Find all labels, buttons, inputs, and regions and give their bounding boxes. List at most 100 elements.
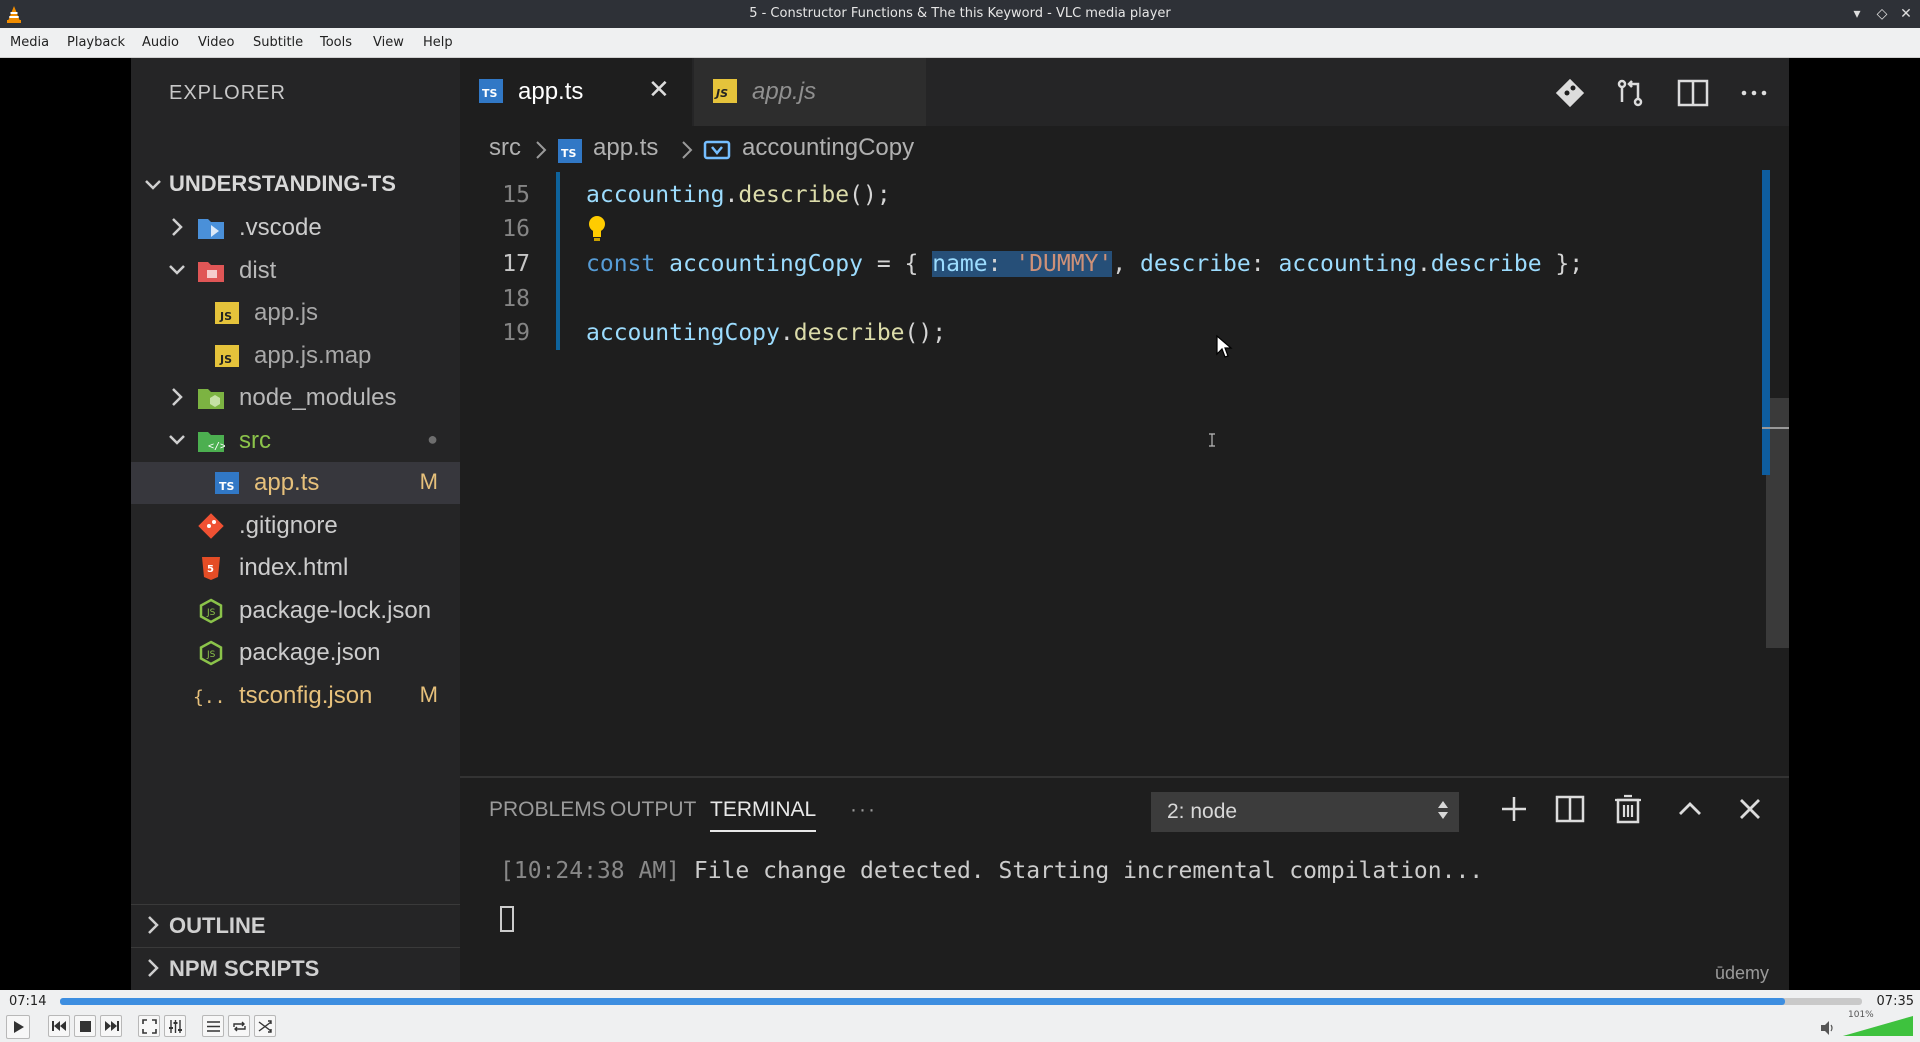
- line-number: 15: [502, 182, 530, 208]
- breadcrumb-symbol[interactable]: accountingCopy: [742, 134, 914, 162]
- menu-playback[interactable]: Playback: [67, 35, 125, 50]
- play-button[interactable]: [6, 1015, 30, 1039]
- terminal-select[interactable]: 2: node: [1151, 792, 1459, 832]
- volume-slider[interactable]: [1843, 1014, 1915, 1038]
- breadcrumb-src[interactable]: src: [489, 134, 521, 162]
- lightbulb-icon[interactable]: [586, 214, 608, 244]
- extended-settings-button[interactable]: [164, 1015, 186, 1037]
- code-token: accounting: [586, 182, 725, 208]
- menu-tools[interactable]: Tools: [320, 35, 352, 50]
- seek-progress: [60, 998, 1785, 1005]
- video-area[interactable]: EXPLORER UNDERSTANDING-TS .vscode dist J…: [0, 58, 1920, 990]
- code-editor[interactable]: 15 16 17 18 19 accounting.describe(); co…: [460, 168, 1789, 776]
- tree-item-package-json[interactable]: JS package.json: [131, 632, 460, 674]
- chevron-right-icon: [682, 141, 693, 159]
- menu-help[interactable]: Help: [423, 35, 453, 50]
- code-token: describe: [1430, 251, 1542, 277]
- close-panel-icon[interactable]: [1733, 792, 1767, 826]
- line-number: 17: [502, 251, 530, 277]
- window-titlebar: 5 - Constructor Functions & The this Key…: [0, 0, 1920, 28]
- panel-more-icon[interactable]: ···: [850, 798, 877, 822]
- code-token: :: [987, 251, 1016, 277]
- tree-item-src[interactable]: </> src ●: [131, 420, 460, 462]
- modified-badge: M: [419, 469, 438, 494]
- code-token: accounting: [1278, 251, 1417, 277]
- editor-tabbar: TS app.ts ✕ JS app.js: [460, 58, 1789, 126]
- tree-item-app-js-map[interactable]: JS app.js.map: [131, 335, 460, 377]
- next-button[interactable]: [100, 1015, 122, 1037]
- stop-button[interactable]: [74, 1015, 96, 1037]
- open-changes-icon[interactable]: [1613, 76, 1647, 110]
- new-terminal-icon[interactable]: [1497, 792, 1531, 826]
- panel-tab-terminal[interactable]: TERMINAL: [710, 798, 817, 832]
- code-line-17: const accountingCopy = { name: 'DUMMY', …: [586, 251, 1583, 277]
- dist-folder-icon: [198, 262, 224, 282]
- npm-scripts-section[interactable]: NPM SCRIPTS: [131, 947, 460, 987]
- modified-dot-badge: ●: [427, 429, 438, 449]
- window-title: 5 - Constructor Functions & The this Key…: [749, 6, 1171, 21]
- svg-text:5: 5: [207, 564, 214, 575]
- playlist-button[interactable]: [202, 1015, 224, 1037]
- tree-item-package-lock[interactable]: JS package-lock.json: [131, 590, 460, 632]
- chevron-up-icon[interactable]: [1673, 792, 1707, 826]
- minimize-button[interactable]: ▾: [1847, 4, 1867, 24]
- shuffle-button[interactable]: [254, 1015, 276, 1037]
- line-number: 19: [502, 320, 530, 346]
- js-file-icon: JS: [215, 302, 239, 324]
- project-root[interactable]: UNDERSTANDING-TS: [131, 164, 460, 206]
- more-actions-icon[interactable]: [1737, 76, 1771, 110]
- loop-button[interactable]: [228, 1015, 250, 1037]
- next-icon: [105, 1021, 119, 1031]
- menu-subtitle[interactable]: Subtitle: [253, 35, 303, 50]
- menu-video[interactable]: Video: [198, 35, 234, 50]
- tree-item-index-html[interactable]: 5 index.html: [131, 547, 460, 589]
- tree-label: tsconfig.json: [239, 682, 373, 709]
- panel-tab-problems[interactable]: PROBLEMS: [489, 798, 606, 822]
- terminal-cursor: [500, 906, 514, 932]
- npm-json-icon: JS: [199, 598, 223, 624]
- npm-json-icon: JS: [199, 640, 223, 666]
- menubar: Media Playback Audio Video Subtitle Tool…: [0, 28, 1920, 58]
- breadcrumb-file[interactable]: app.ts: [593, 134, 658, 162]
- total-time: 07:35: [1876, 994, 1914, 1009]
- tab-label: app.js: [752, 78, 817, 105]
- code-token: 'DUMMY': [1015, 251, 1113, 277]
- variable-symbol-icon: [703, 140, 731, 160]
- code-token: accountingCopy: [669, 251, 863, 277]
- trash-icon[interactable]: [1611, 792, 1645, 826]
- previous-icon: [52, 1021, 66, 1031]
- menu-view[interactable]: View: [373, 35, 404, 50]
- fullscreen-button[interactable]: [138, 1015, 160, 1037]
- close-window-button[interactable]: ✕: [1896, 4, 1916, 24]
- tree-item-vscode[interactable]: .vscode: [131, 207, 460, 249]
- chevron-right-icon: [148, 916, 159, 934]
- seek-bar[interactable]: [60, 998, 1862, 1005]
- split-terminal-icon[interactable]: [1553, 792, 1587, 826]
- menu-media[interactable]: Media: [10, 35, 49, 50]
- maximize-button[interactable]: ◇: [1872, 4, 1892, 24]
- speaker-icon[interactable]: [1820, 1020, 1836, 1036]
- previous-button[interactable]: [48, 1015, 70, 1037]
- code-token: };: [1541, 251, 1584, 277]
- panel-tab-output[interactable]: OUTPUT: [610, 798, 696, 822]
- tree-label: app.js.map: [254, 342, 372, 369]
- close-tab-icon[interactable]: ✕: [648, 74, 674, 104]
- outline-section[interactable]: OUTLINE: [131, 904, 460, 944]
- menu-audio[interactable]: Audio: [142, 35, 179, 50]
- tree-item-dist-app-js[interactable]: JS app.js: [131, 292, 460, 334]
- tree-item-gitignore[interactable]: .gitignore: [131, 505, 460, 547]
- chevron-right-icon: [172, 218, 183, 236]
- outline-label: OUTLINE: [169, 913, 266, 938]
- tree-item-app-ts[interactable]: TS app.ts M: [131, 462, 460, 504]
- breadcrumb: src TS app.ts accountingCopy: [460, 126, 1789, 168]
- udemy-watermark: ūdemy: [1714, 963, 1769, 983]
- tree-item-tsconfig[interactable]: {..} tsconfig.json M: [131, 675, 460, 717]
- tab-app-js[interactable]: JS app.js: [694, 58, 926, 126]
- split-editor-icon[interactable]: [1676, 76, 1710, 110]
- tab-app-ts[interactable]: TS app.ts ✕: [460, 58, 692, 126]
- tree-item-dist[interactable]: dist: [131, 250, 460, 292]
- fullscreen-icon: [142, 1019, 157, 1034]
- git-compare-icon[interactable]: [1553, 76, 1587, 110]
- tree-item-node-modules[interactable]: node_modules: [131, 377, 460, 419]
- tree-label: dist: [239, 257, 277, 284]
